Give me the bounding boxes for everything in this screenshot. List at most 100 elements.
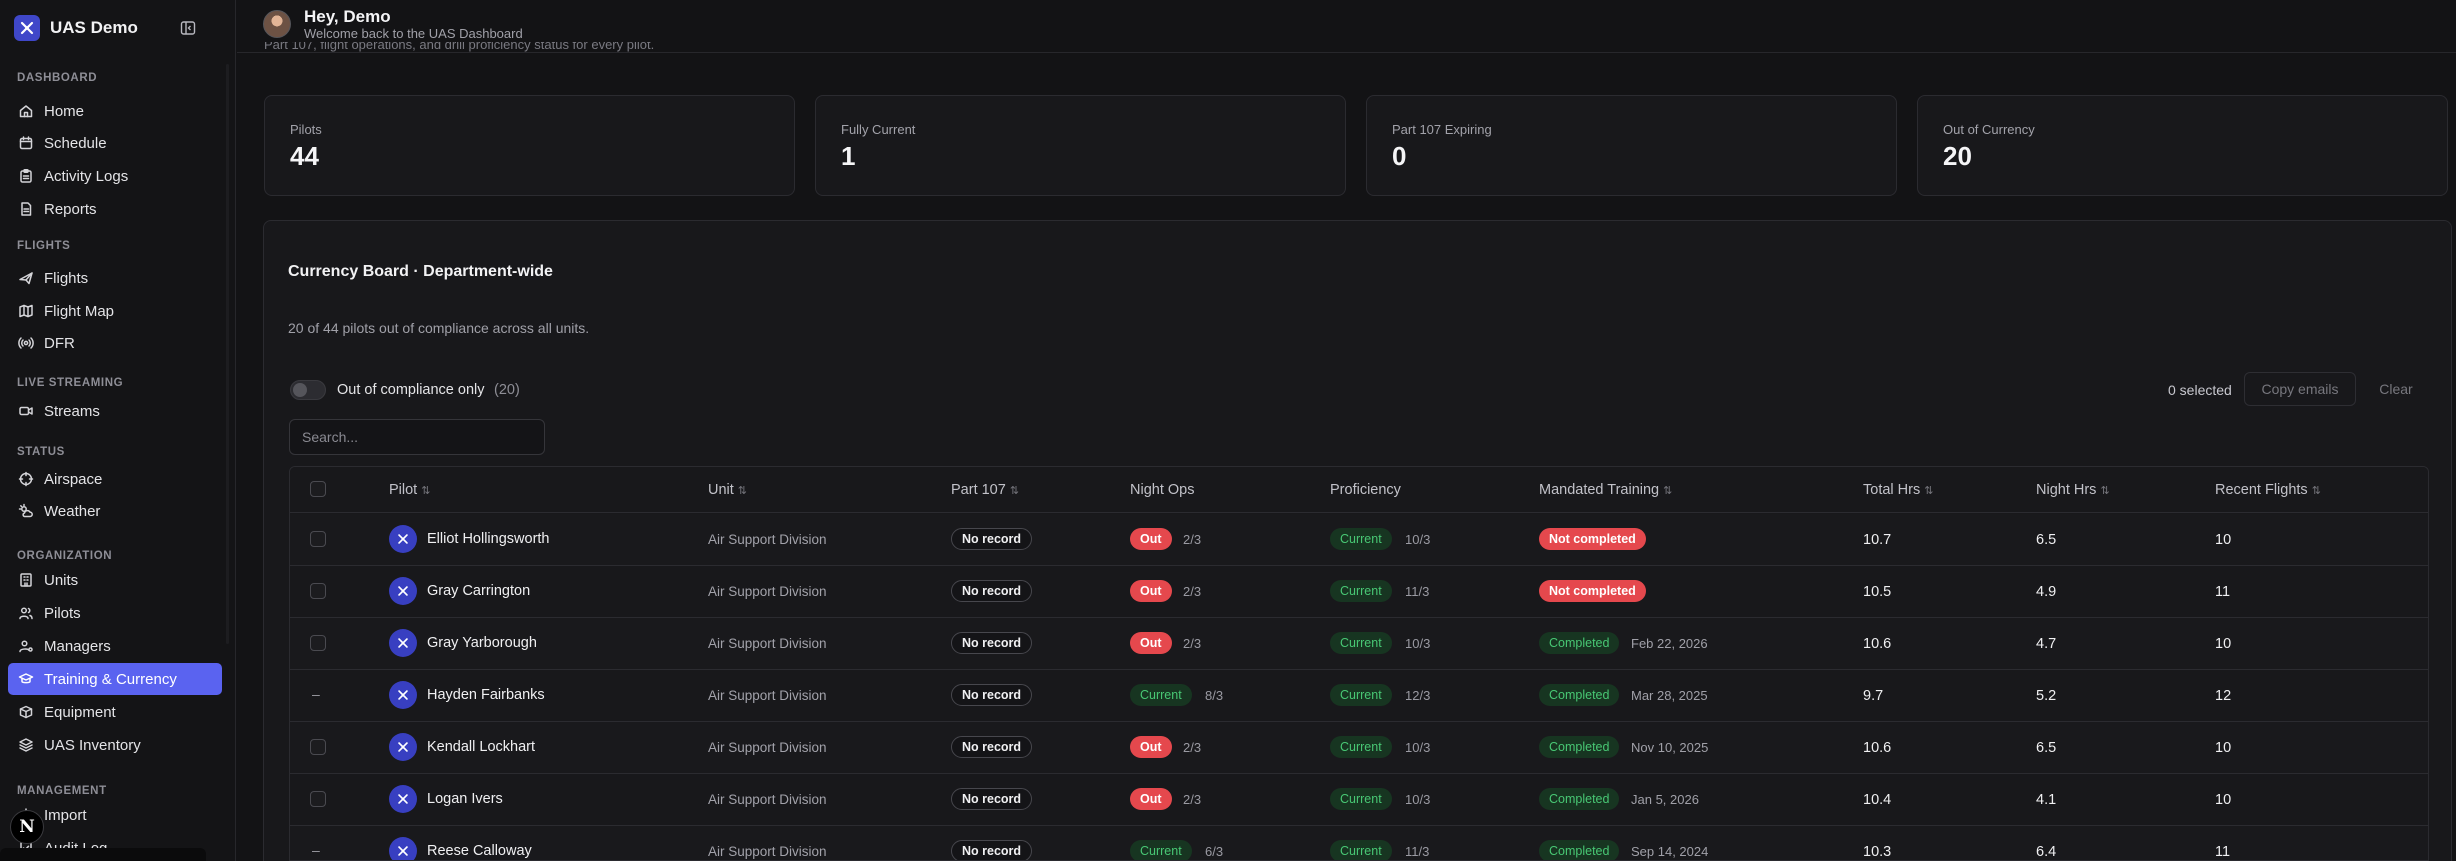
sidebar-item-activity-logs[interactable]: Activity Logs xyxy=(8,160,222,192)
pilot-name[interactable]: Reese Calloway xyxy=(427,843,532,859)
search-input[interactable] xyxy=(289,419,545,455)
clear-button[interactable]: Clear xyxy=(2370,372,2422,406)
sidebar-item-label: UAS Inventory xyxy=(44,736,141,754)
pilot-name[interactable]: Gray Carrington xyxy=(427,583,530,599)
night-hours: 6.4 xyxy=(2036,844,2057,860)
part107-badge: No record xyxy=(951,684,1033,706)
sidebar-item-training-currency[interactable]: Training & Currency xyxy=(8,663,222,695)
sidebar-item-equipment[interactable]: Equipment xyxy=(8,696,222,728)
row-checkbox[interactable] xyxy=(310,739,326,755)
sidebar-item-reports[interactable]: Reports xyxy=(8,193,222,225)
sidebar-item-uas-inventory[interactable]: UAS Inventory xyxy=(8,729,222,761)
training-date: Feb 22, 2026 xyxy=(1631,636,1708,651)
sidebar-item-dfr[interactable]: DFR xyxy=(8,327,222,359)
column-header-recent-flights[interactable]: Recent Flights ⇅ xyxy=(2215,482,2321,498)
night-ops-badge: Out xyxy=(1130,736,1172,758)
pilot-avatar-icon xyxy=(389,733,417,761)
pilot-name[interactable]: Hayden Fairbanks xyxy=(427,687,545,703)
sidebar-item-home[interactable]: Home xyxy=(8,95,222,127)
total-hours: 10.6 xyxy=(1863,636,1892,652)
pilot-avatar-icon xyxy=(389,525,417,553)
column-header-night-hrs[interactable]: Night Hrs ⇅ xyxy=(2036,482,2110,498)
column-header-pilot[interactable]: Pilot ⇅ xyxy=(389,482,430,498)
training-date: Mar 28, 2025 xyxy=(1631,688,1708,703)
pilot-name[interactable]: Logan Ivers xyxy=(427,791,503,807)
sort-icon[interactable]: ⇅ xyxy=(1663,484,1672,497)
sidebar-item-label: Activity Logs xyxy=(44,167,129,185)
column-label: Pilot xyxy=(389,482,418,498)
sidebar-collapse-icon[interactable] xyxy=(178,18,198,38)
row-checkbox[interactable] xyxy=(310,635,326,651)
total-hours: 9.7 xyxy=(1863,688,1884,704)
sort-icon[interactable]: ⇅ xyxy=(1924,484,1933,497)
pilot-name[interactable]: Kendall Lockhart xyxy=(427,739,535,755)
sidebar-item-label: Pilots xyxy=(44,604,81,622)
proficiency-count: 10/3 xyxy=(1405,532,1431,547)
table-row[interactable]: Gray Yarborough Air Support Division No re… xyxy=(290,618,2428,670)
table-row[interactable]: – Hayden Fairbanks Air Support Division No … xyxy=(290,670,2428,722)
unit-name: Air Support Division xyxy=(708,532,827,547)
column-header-night-ops: Night Ops xyxy=(1130,482,1194,498)
board-subtitle: 20 of 44 pilots out of compliance across… xyxy=(288,320,590,336)
sidebar-item-flights[interactable]: Flights xyxy=(8,262,222,294)
select-all-checkbox[interactable] xyxy=(310,481,326,497)
sidebar-item-schedule[interactable]: Schedule xyxy=(8,127,222,159)
layers-icon xyxy=(19,738,33,752)
unit-name: Air Support Division xyxy=(708,688,827,703)
table-row[interactable]: Logan Ivers Air Support Division No record… xyxy=(290,774,2428,826)
column-header-total-hrs[interactable]: Total Hrs ⇅ xyxy=(1863,482,1933,498)
pilot-name[interactable]: Elliot Hollingsworth xyxy=(427,531,550,547)
sidebar-item-airspace[interactable]: Airspace xyxy=(8,463,222,495)
compliance-toggle[interactable] xyxy=(290,380,326,400)
sidebar-item-streams[interactable]: Streams xyxy=(8,395,222,427)
sidebar-item-units[interactable]: Units xyxy=(8,564,222,596)
clipboard-icon xyxy=(20,169,32,183)
training-badge: Completed xyxy=(1539,632,1620,654)
night-ops-badge: Out xyxy=(1130,528,1172,550)
column-label: Mandated Training xyxy=(1539,482,1660,498)
proficiency-badge: Current xyxy=(1330,736,1392,758)
brand[interactable]: UAS Demo xyxy=(14,14,138,42)
pilot-name[interactable]: Gray Yarborough xyxy=(427,635,537,651)
column-header-part-107[interactable]: Part 107 ⇅ xyxy=(951,482,1019,498)
training-badge: Not completed xyxy=(1539,528,1646,550)
copy-emails-button[interactable]: Copy emails xyxy=(2244,372,2356,406)
column-header-unit[interactable]: Unit ⇅ xyxy=(708,482,747,498)
sidebar-item-flight-map[interactable]: Flight Map xyxy=(8,295,222,327)
currency-table: Pilot ⇅ Unit ⇅ Part 107 ⇅ Night Ops Proficiency… xyxy=(289,466,2429,861)
graduation-cap-icon xyxy=(18,673,34,684)
table-row[interactable]: Kendall Lockhart Air Support Division No r… xyxy=(290,722,2428,774)
building-icon xyxy=(20,573,32,587)
nav-section-dashboard: DASHBOARD xyxy=(17,72,98,84)
sort-icon[interactable]: ⇅ xyxy=(738,484,747,497)
night-hours: 4.1 xyxy=(2036,792,2057,808)
sort-icon[interactable]: ⇅ xyxy=(1010,484,1019,497)
table-row[interactable]: Gray Carrington Air Support Division No re… xyxy=(290,566,2428,618)
unit-name: Air Support Division xyxy=(708,584,827,599)
sidebar-item-pilots[interactable]: Pilots xyxy=(8,597,222,629)
training-date: Jan 5, 2026 xyxy=(1631,792,1699,807)
sidebar-item-weather[interactable]: Weather xyxy=(8,495,222,527)
stat-label: Out of Currency xyxy=(1943,122,2035,137)
sidebar-item-label: Training & Currency xyxy=(44,670,177,688)
proficiency-count: 11/3 xyxy=(1405,844,1430,859)
row-checkbox[interactable] xyxy=(310,583,326,599)
avatar[interactable] xyxy=(263,10,291,38)
table-row[interactable]: – Reese Calloway Air Support Division No re… xyxy=(290,826,2428,860)
stat-label: Pilots xyxy=(290,122,322,137)
row-checkbox[interactable] xyxy=(310,531,326,547)
assistant-badge[interactable]: N xyxy=(10,810,44,844)
sort-icon[interactable]: ⇅ xyxy=(2312,484,2321,497)
table-row[interactable]: Elliot Hollingsworth Air Support Division… xyxy=(290,514,2428,566)
sidebar-scrollbar[interactable] xyxy=(226,64,229,644)
sidebar-item-managers[interactable]: Managers xyxy=(8,630,222,662)
plane-icon xyxy=(19,272,33,285)
sort-icon[interactable]: ⇅ xyxy=(2100,484,2109,497)
row-checkbox[interactable] xyxy=(310,791,326,807)
proficiency-count: 10/3 xyxy=(1405,792,1431,807)
sort-icon[interactable]: ⇅ xyxy=(421,484,430,497)
recent-flights: 11 xyxy=(2215,844,2231,860)
night-hours: 4.7 xyxy=(2036,636,2057,652)
sidebar: UAS Demo DASHBOARD Home Schedule Activity L… xyxy=(0,0,236,861)
column-header-mandated-training[interactable]: Mandated Training ⇅ xyxy=(1539,482,1672,498)
